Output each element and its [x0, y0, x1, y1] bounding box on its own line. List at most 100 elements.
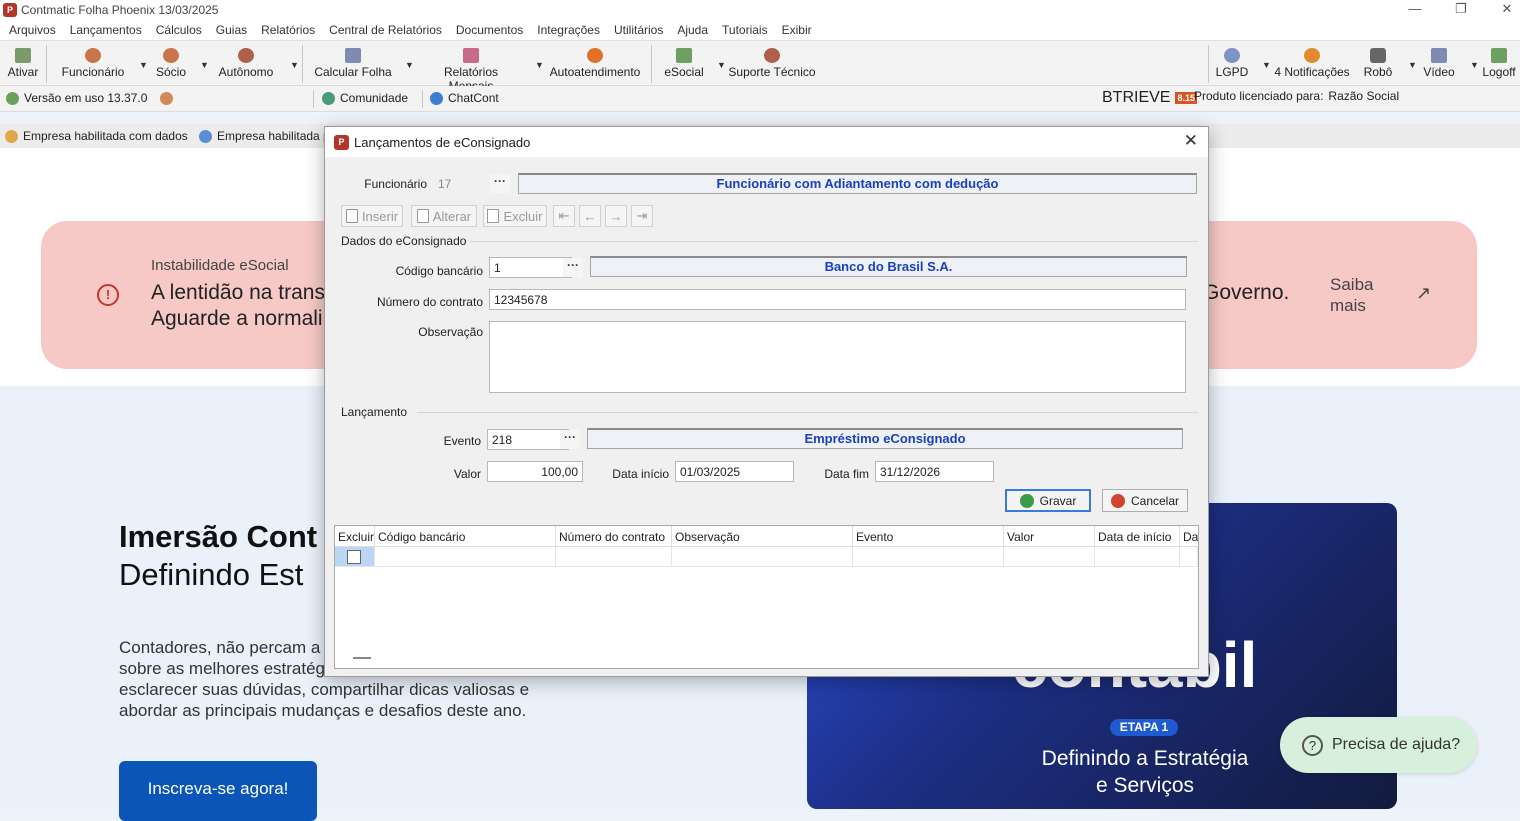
menu-calculos[interactable]: Cálculos — [149, 23, 209, 37]
inscreva-se-button[interactable]: Inscreva-se agora! — [119, 761, 317, 821]
community-icon — [322, 91, 335, 105]
grid-cell[interactable] — [1095, 547, 1180, 567]
btrieve-logo: BTRIEVE — [1102, 89, 1171, 106]
dialog-close-button[interactable]: ✕ — [1184, 131, 1198, 151]
app-logo-icon: P — [334, 134, 349, 150]
lgpd-button[interactable]: LGPD — [1214, 44, 1250, 84]
evento-field[interactable]: 218 — [487, 429, 569, 450]
video-button[interactable]: Vídeo — [1420, 44, 1458, 84]
robo-dropdown[interactable]: ▼ — [1403, 44, 1417, 84]
menu-documentos[interactable]: Documentos — [449, 23, 530, 37]
valor-field[interactable]: 100,00 — [487, 461, 583, 482]
ativar-label: Ativar — [7, 65, 39, 79]
robo-button[interactable]: Robô — [1360, 44, 1396, 84]
alterar-button[interactable]: Alterar — [411, 205, 477, 227]
codigo-lookup-button[interactable]: ··· — [563, 258, 583, 277]
empresa-habilitada-p[interactable]: Empresa habilitada p — [199, 129, 330, 143]
socio-dropdown[interactable]: ▼ — [195, 44, 209, 84]
calcular-dropdown[interactable]: ▼ — [400, 44, 414, 84]
funcionario-code-field[interactable]: 17 — [433, 173, 489, 194]
funcionario-button[interactable]: Funcionário — [58, 44, 128, 84]
dialog-titlebar: P Lançamentos de eConsignado ✕ — [325, 127, 1208, 157]
socio-label: Sócio — [155, 65, 187, 79]
data-fim-field[interactable]: 31/12/2026 — [875, 461, 994, 482]
autonomo-dropdown[interactable]: ▼ — [285, 44, 299, 84]
prior-record-button[interactable]: ← — [579, 205, 601, 227]
col-codigo-bancario[interactable]: Código bancário — [375, 526, 556, 547]
col-data-fim[interactable]: Da — [1180, 526, 1198, 547]
calcular-folha-button[interactable]: Calcular Folha — [313, 44, 393, 84]
menu-guias[interactable]: Guias — [209, 23, 254, 37]
chatcont-link[interactable]: ChatCont — [430, 91, 499, 105]
grid-cell[interactable] — [1180, 547, 1198, 567]
menu-relatorios[interactable]: Relatórios — [254, 23, 322, 37]
close-window-button[interactable]: ✕ — [1484, 0, 1520, 20]
esocial-button[interactable]: eSocial — [662, 44, 706, 84]
codigo-bancario-field[interactable]: 1 — [489, 257, 572, 278]
next-record-button[interactable]: → — [605, 205, 627, 227]
gravar-label: Gravar — [1039, 493, 1077, 508]
col-data-inicio[interactable]: Data de início — [1095, 526, 1180, 547]
menu-ajuda[interactable]: Ajuda — [670, 23, 715, 37]
funcionario-lookup-button[interactable]: ··· — [490, 174, 510, 193]
menu-central-relatorios[interactable]: Central de Relatórios — [322, 23, 449, 37]
data-inicio-field[interactable]: 01/03/2025 — [675, 461, 794, 482]
grid-cell[interactable] — [556, 547, 672, 567]
autoatendimento-button[interactable]: Autoatendimento — [546, 44, 644, 84]
menu-integracoes[interactable]: Integrações — [530, 23, 607, 37]
notificacoes-button[interactable]: 4 Notificações — [1272, 44, 1352, 84]
menu-tutoriais[interactable]: Tutoriais — [715, 23, 775, 37]
evento-lookup-button[interactable]: ··· — [560, 430, 580, 449]
empresa-habilitada-dados[interactable]: Empresa habilitada com dados — [5, 129, 188, 143]
horizontal-scrollbar[interactable] — [353, 657, 371, 659]
grid-cell[interactable] — [672, 547, 853, 567]
autoatendimento-label: Autoatendimento — [549, 65, 641, 79]
last-record-button[interactable]: ⇥ — [631, 205, 653, 227]
esocial-dropdown[interactable]: ▼ — [712, 44, 726, 84]
autonomo-button[interactable]: Autônomo — [214, 44, 278, 84]
arrow-up-right-icon[interactable]: ↗ — [1416, 283, 1431, 304]
col-valor[interactable]: Valor — [1004, 526, 1095, 547]
col-excluir[interactable]: Excluir — [335, 526, 375, 547]
restore-button[interactable]: ❐ — [1438, 0, 1484, 20]
grid-cell[interactable] — [1004, 547, 1095, 567]
menu-arquivos[interactable]: Arquivos — [2, 23, 63, 37]
calcular-label: Calcular Folha — [314, 65, 392, 79]
grid-cell[interactable] — [853, 547, 1004, 567]
first-icon: ⇤ — [558, 208, 570, 223]
relatorios-mensais-button[interactable]: Relatórios Mensais — [420, 44, 522, 93]
comunidade-link[interactable]: Comunidade — [322, 91, 408, 105]
alert-icon: ! — [97, 284, 119, 306]
observacao-textarea[interactable] — [489, 321, 1186, 393]
menu-exibir[interactable]: Exibir — [775, 23, 819, 37]
col-evento[interactable]: Evento — [853, 526, 1004, 547]
numero-contrato-field[interactable]: 12345678 — [489, 289, 1186, 310]
socio-button[interactable]: Sócio — [153, 44, 189, 84]
grid-cell[interactable] — [375, 547, 556, 567]
grid-cell-excluir[interactable] — [335, 547, 375, 567]
document-delete-icon — [487, 209, 500, 223]
menu-bar: Arquivos Lançamentos Cálculos Guias Rela… — [0, 20, 1520, 40]
lgpd-dropdown[interactable]: ▼ — [1257, 44, 1271, 84]
versao-indicator: Versão em uso 13.37.0 — [6, 91, 174, 105]
saiba-mais-link[interactable]: Saiba mais — [1330, 274, 1373, 316]
help-chat-button[interactable]: ? Precisa de ajuda? — [1280, 717, 1477, 773]
inserir-button[interactable]: Inserir — [341, 205, 403, 227]
first-record-button[interactable]: ⇤ — [553, 205, 575, 227]
ativar-button[interactable]: Ativar — [5, 44, 41, 84]
col-numero-contrato[interactable]: Número do contrato — [556, 526, 672, 547]
suporte-tecnico-button[interactable]: Suporte Técnico — [728, 44, 816, 84]
logoff-button[interactable]: Logoff — [1479, 44, 1519, 84]
menu-utilitarios[interactable]: Utilitários — [607, 23, 670, 37]
menu-lancamentos[interactable]: Lançamentos — [63, 23, 149, 37]
funcionario-dropdown[interactable]: ▼ — [134, 44, 148, 84]
minimize-button[interactable]: — — [1392, 0, 1438, 20]
col-observacao[interactable]: Observação — [672, 526, 853, 547]
relatorios-dropdown[interactable]: ▼ — [530, 44, 544, 84]
esocial-label: eSocial — [664, 65, 704, 79]
excluir-button[interactable]: Excluir — [483, 205, 547, 227]
excluir-checkbox[interactable] — [347, 550, 361, 564]
cancelar-button[interactable]: Cancelar — [1102, 489, 1188, 512]
video-dropdown[interactable]: ▼ — [1465, 44, 1479, 84]
gravar-button[interactable]: Gravar — [1005, 489, 1091, 512]
